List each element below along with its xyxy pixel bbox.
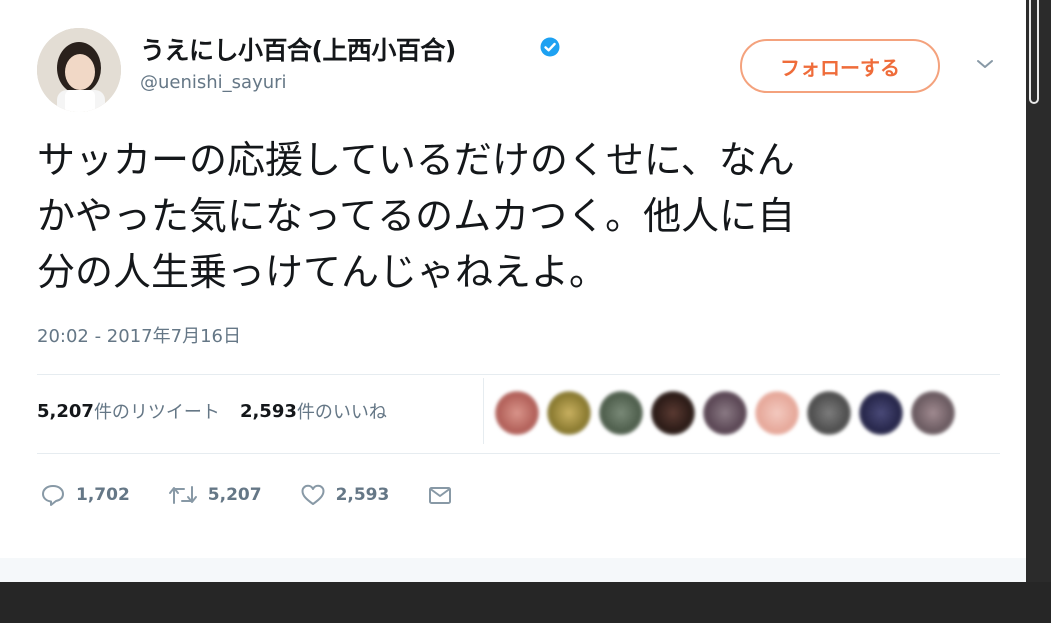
scrollbar-thumb[interactable] [1029,0,1039,104]
retweet-count-stat[interactable]: 5,207 [37,401,94,422]
reply-button[interactable]: 1,702 [40,483,130,507]
reply-icon [42,485,64,506]
card-footer [0,558,1026,582]
like-count: 2,593 [335,485,390,505]
user-handle[interactable]: @uenishi_sayuri [140,72,287,93]
like-button[interactable]: 2,593 [300,483,390,507]
envelope-icon [429,487,452,504]
liker-avatar[interactable] [859,391,903,435]
verified-badge-icon [540,37,560,57]
tweet-actions: 1,702 5,207 2,593 [40,478,491,512]
like-count-label[interactable]: 件のいいね [297,398,387,424]
liker-avatar[interactable] [807,391,851,435]
liker-avatar[interactable] [651,391,695,435]
display-name[interactable]: うえにし小百合(上西小百合) [140,31,456,65]
retweet-count-label[interactable]: 件のリツイート [94,398,220,424]
heart-icon [301,484,325,505]
tweet-stats: 5,207 件のリツイート 2,593 件のいいね [37,396,387,426]
divider [37,374,1000,375]
avatar[interactable] [37,28,121,112]
retweet-icon [168,486,197,504]
liker-avatar[interactable] [547,391,591,435]
retweet-count: 5,207 [207,485,262,505]
avatar-image [37,28,121,112]
liker-avatar[interactable] [599,391,643,435]
tweet-text-line: かやった気になってるのムカつく。他人に自 [37,194,796,238]
chevron-down-icon[interactable] [974,56,996,72]
direct-message-button[interactable] [427,483,453,507]
tweet-text-line: 分の人生乗っけてんじゃねえよ。 [37,250,608,294]
likers-avatars [495,390,963,436]
tweet-text-line: サッカーの応援しているだけのくせに、なん [37,138,795,182]
liker-avatar[interactable] [703,391,747,435]
like-count-stat[interactable]: 2,593 [240,401,297,422]
tweet-text: サッカーの応援しているだけのくせに、なん かやった気になってるのムカつく。他人に… [37,132,997,300]
reply-count: 1,702 [76,485,130,505]
divider [37,453,1000,454]
retweet-button[interactable]: 5,207 [168,483,262,507]
liker-avatar[interactable] [911,391,955,435]
liker-avatar[interactable] [755,391,799,435]
tweet-timestamp[interactable]: 20:02 - 2017年7月16日 [37,322,241,348]
stats-divider [483,378,484,444]
follow-button[interactable]: フォローする [740,39,940,93]
tweet-card: うえにし小百合(上西小百合) @uenishi_sayuri フォローする サッ… [0,0,1026,582]
liker-avatar[interactable] [495,391,539,435]
